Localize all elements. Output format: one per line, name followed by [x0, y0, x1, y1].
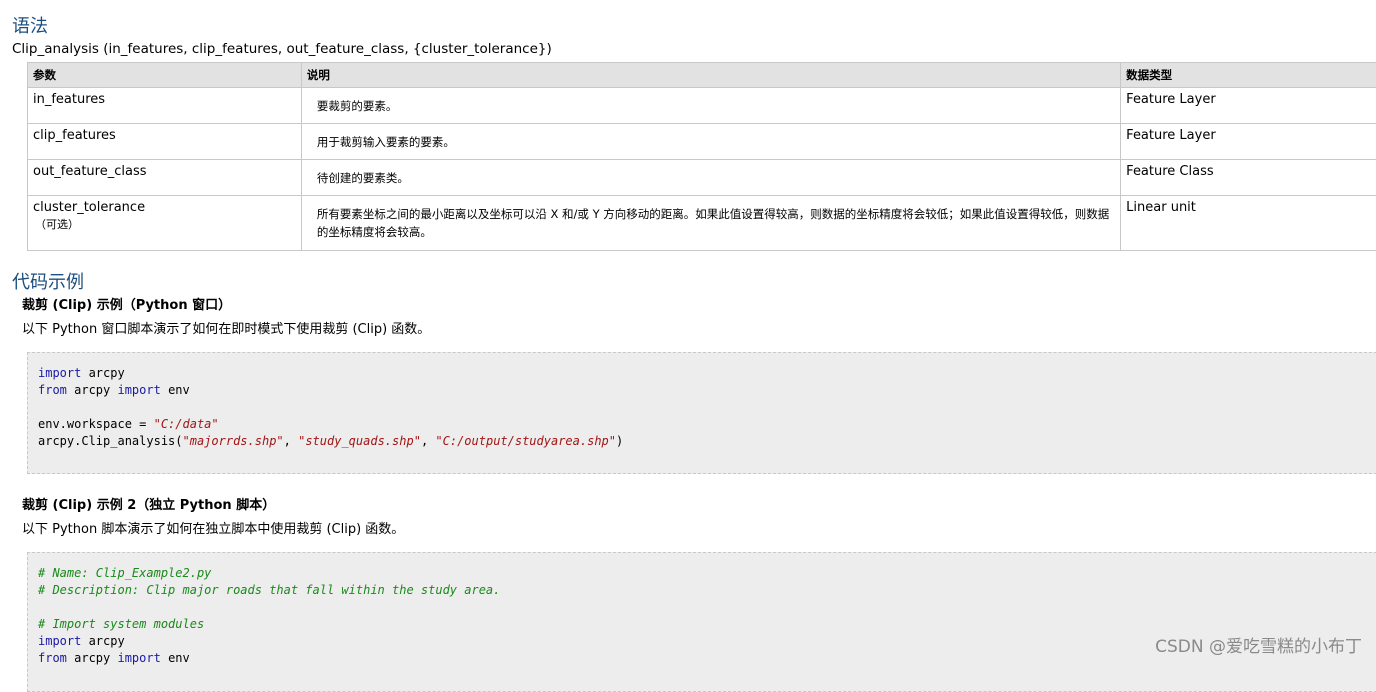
code-line	[38, 399, 1376, 416]
param-description: 用于裁剪输入要素的要素。	[301, 124, 1120, 160]
param-type: Feature Class	[1121, 160, 1376, 196]
param-description-text: 待创建的要素类。	[307, 169, 1115, 187]
table-header-row: 参数 说明 数据类型	[28, 63, 1376, 88]
param-name-text: cluster_tolerance	[33, 200, 145, 215]
parameters-table: 参数 说明 数据类型 in_features 要裁剪的要素。 Feature L…	[27, 62, 1376, 251]
param-name: clip_features	[28, 124, 302, 160]
param-type: Linear unit	[1121, 196, 1376, 251]
header-param: 参数	[28, 63, 302, 88]
param-name: cluster_tolerance （可选）	[28, 196, 302, 251]
code-string: "majorrds.shp"	[183, 434, 284, 448]
csdn-watermark: CSDN @爱吃雪糕的小布丁	[1155, 632, 1362, 657]
code-keyword: from	[38, 651, 67, 665]
table-row: clip_features 用于裁剪输入要素的要素。 Feature Layer	[28, 124, 1376, 160]
code-text: env	[161, 383, 190, 397]
code-comment: # Description: Clip major roads that fal…	[38, 583, 500, 597]
param-description-text: 用于裁剪输入要素的要素。	[307, 133, 1115, 151]
code-text: ,	[421, 434, 435, 448]
syntax-heading: 语法	[12, 12, 48, 38]
param-description: 所有要素坐标之间的最小距离以及坐标可以沿 X 和/或 Y 方向移动的距离。如果此…	[301, 196, 1120, 251]
optional-label: （可选）	[33, 216, 296, 232]
code-text: arcpy	[67, 383, 118, 397]
table-row: in_features 要裁剪的要素。 Feature Layer	[28, 88, 1376, 124]
code-line: # Description: Clip major roads that fal…	[38, 582, 1376, 599]
code-text: env	[161, 651, 190, 665]
example2-title: 裁剪 (Clip) 示例 2（独立 Python 脚本）	[22, 494, 275, 513]
code-keyword: import	[117, 383, 160, 397]
param-name: out_feature_class	[28, 160, 302, 196]
code-line	[38, 599, 1376, 616]
param-name-text: in_features	[33, 92, 105, 107]
param-description: 要裁剪的要素。	[301, 88, 1120, 124]
code-text: )	[616, 434, 623, 448]
code-line: # Import system modules	[38, 616, 1376, 633]
code-keyword: import	[38, 634, 81, 648]
code-text: arcpy.Clip_analysis(	[38, 434, 183, 448]
param-description-text: 要裁剪的要素。	[307, 97, 1115, 115]
example1-description: 以下 Python 窗口脚本演示了如何在即时模式下使用裁剪 (Clip) 函数。	[22, 318, 430, 337]
table-row: out_feature_class 待创建的要素类。 Feature Class	[28, 160, 1376, 196]
code-line: arcpy.Clip_analysis("majorrds.shp", "stu…	[38, 433, 1376, 450]
code-string: "C:/output/studyarea.shp"	[435, 434, 616, 448]
code-block-example2[interactable]: # Name: Clip_Example2.py # Description: C…	[27, 552, 1376, 692]
function-signature: Clip_analysis (in_features, clip_feature…	[12, 41, 552, 57]
code-line: env.workspace = "C:/data"	[38, 416, 1376, 433]
code-keyword: from	[38, 383, 67, 397]
param-name-text: out_feature_class	[33, 164, 147, 179]
param-type: Feature Layer	[1121, 124, 1376, 160]
code-keyword: import	[117, 651, 160, 665]
code-text: ,	[284, 434, 298, 448]
param-description-text: 所有要素坐标之间的最小距离以及坐标可以沿 X 和/或 Y 方向移动的距离。如果此…	[307, 205, 1115, 241]
table-row: cluster_tolerance （可选） 所有要素坐标之间的最小距离以及坐标…	[28, 196, 1376, 251]
param-type: Feature Layer	[1121, 88, 1376, 124]
code-comment: # Import system modules	[38, 617, 204, 631]
header-description: 说明	[301, 63, 1120, 88]
code-line: import arcpy	[38, 365, 1376, 382]
param-name: in_features	[28, 88, 302, 124]
code-text: arcpy	[81, 366, 124, 380]
code-line: from arcpy import env	[38, 382, 1376, 399]
code-block-example1[interactable]: import arcpyfrom arcpy import env env.wo…	[27, 352, 1376, 474]
code-string: "C:/data"	[154, 417, 219, 431]
code-string: "study_quads.shp"	[298, 434, 421, 448]
code-text: arcpy	[67, 651, 118, 665]
header-datatype: 数据类型	[1121, 63, 1376, 88]
code-keyword: import	[38, 366, 81, 380]
example1-title: 裁剪 (Clip) 示例（Python 窗口）	[22, 294, 231, 313]
param-description: 待创建的要素类。	[301, 160, 1120, 196]
example2-description: 以下 Python 脚本演示了如何在独立脚本中使用裁剪 (Clip) 函数。	[22, 518, 404, 537]
code-text: env.workspace =	[38, 417, 154, 431]
param-name-text: clip_features	[33, 128, 116, 143]
code-text: arcpy	[81, 634, 124, 648]
code-line: # Name: Clip_Example2.py	[38, 565, 1376, 582]
code-samples-heading: 代码示例	[12, 268, 84, 294]
code-comment: # Name: Clip_Example2.py	[38, 566, 211, 580]
